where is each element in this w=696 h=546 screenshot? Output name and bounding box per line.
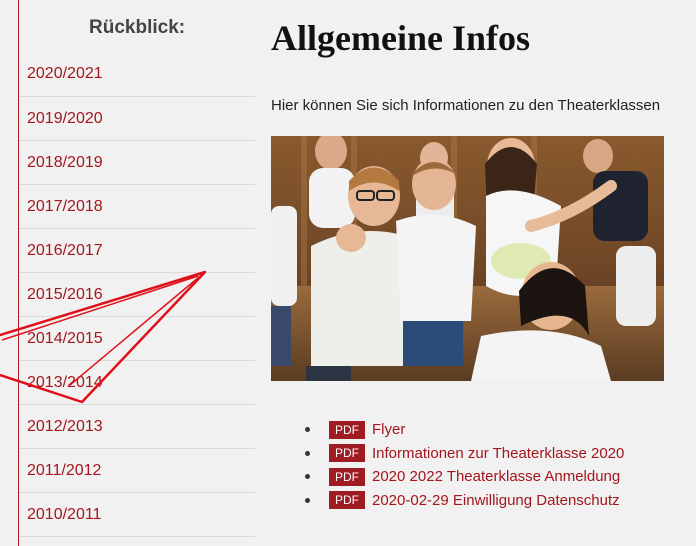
- sidebar-item-year[interactable]: 2019/2020: [19, 97, 255, 141]
- document-list: PDF Flyer PDF Informationen zur Theaterk…: [305, 418, 624, 512]
- document-link-privacy-consent[interactable]: 2020-02-29 Einwilligung Datenschutz: [372, 492, 620, 509]
- sidebar-item-year[interactable]: 2011/2012: [19, 449, 255, 493]
- sidebar-item-year[interactable]: 2013/2014: [19, 361, 255, 405]
- sidebar-item-year[interactable]: 2015/2016: [19, 273, 255, 317]
- sidebar-item-year[interactable]: 2018/2019: [19, 141, 255, 185]
- pdf-icon: PDF: [329, 444, 365, 462]
- document-link-registration[interactable]: 2020 2022 Theaterklasse Anmeldung: [372, 468, 620, 485]
- bullet-icon: [305, 474, 310, 479]
- document-item: PDF Flyer: [305, 418, 624, 441]
- year-list: 2020/2021 2019/2020 2018/2019 2017/2018 …: [19, 52, 255, 537]
- sidebar-item-year[interactable]: 2010/2011: [19, 493, 255, 537]
- pdf-icon: PDF: [329, 491, 365, 509]
- sidebar-item-year[interactable]: 2017/2018: [19, 185, 255, 229]
- sidebar-title: Rückblick:: [89, 17, 186, 38]
- sidebar-item-year[interactable]: 2012/2013: [19, 405, 255, 449]
- document-item: PDF Informationen zur Theaterklasse 2020: [305, 442, 624, 465]
- bullet-icon: [305, 427, 310, 432]
- bullet-icon: [305, 497, 310, 503]
- document-item: PDF 2020 2022 Theaterklasse Anmeldung: [305, 465, 624, 488]
- photo-illustration: [271, 136, 664, 381]
- sidebar-archive: Rückblick: 2020/2021 2019/2020 2018/2019…: [18, 0, 255, 546]
- document-link-flyer[interactable]: Flyer: [372, 421, 405, 438]
- pdf-icon: PDF: [329, 467, 365, 486]
- theater-class-photo: [271, 136, 664, 381]
- intro-text: Hier können Sie sich Informationen zu de…: [271, 97, 661, 114]
- sidebar-item-year[interactable]: 2016/2017: [19, 229, 255, 273]
- pdf-icon: PDF: [329, 420, 365, 439]
- sidebar-item-year[interactable]: 2020/2021: [19, 52, 255, 97]
- bullet-icon: [305, 450, 310, 456]
- document-item: PDF 2020-02-29 Einwilligung Datenschutz: [305, 489, 624, 512]
- sidebar-item-year[interactable]: 2014/2015: [19, 317, 255, 361]
- document-link-info[interactable]: Informationen zur Theaterklasse 2020: [372, 445, 624, 462]
- page-title: Allgemeine Infos: [271, 18, 530, 58]
